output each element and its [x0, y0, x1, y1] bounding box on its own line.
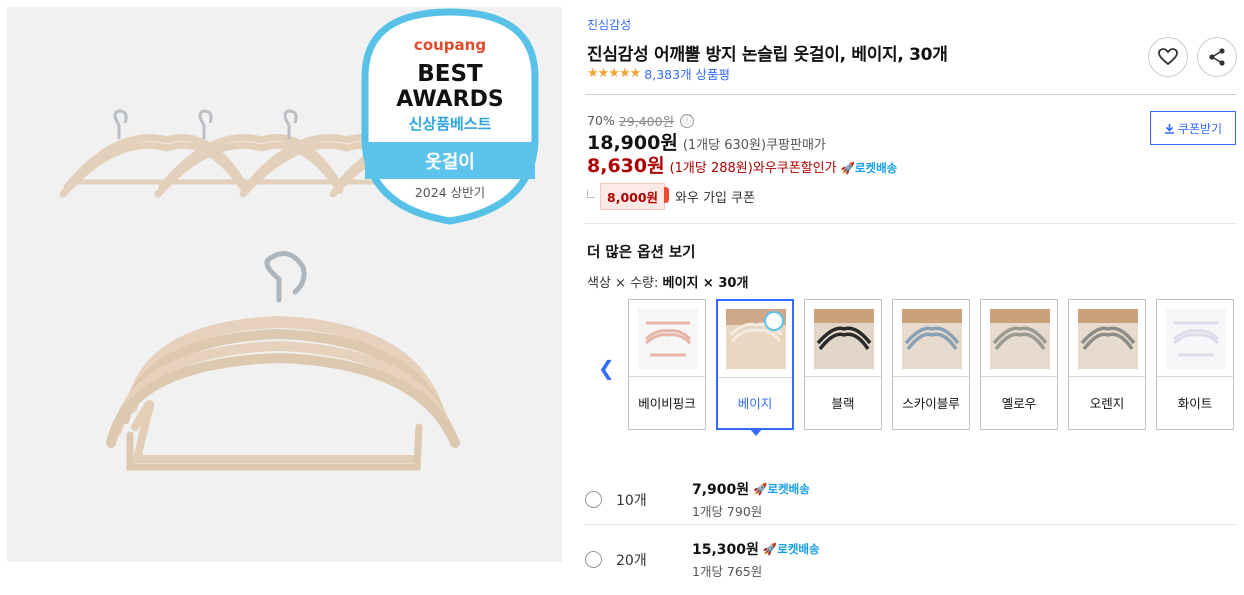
option-thumbnail — [814, 309, 874, 369]
coupon-amount-chip: 8,000원 — [600, 183, 670, 210]
selected-option-value: 베이지 × 30개 — [662, 276, 749, 291]
quantity-unit-price: 1개당 790원 — [692, 504, 763, 519]
wow-coupon-row: 8,000원 와우 가입 쿠폰 — [587, 183, 755, 210]
quantity-label: 20개 — [616, 553, 647, 569]
chevron-left-icon[interactable]: ❮ — [598, 356, 615, 380]
quantity-price-line: 7,900원 🚀로켓배송 — [692, 479, 810, 499]
coupon-button-label: 쿠폰받기 — [1177, 121, 1223, 136]
heart-icon — [1158, 48, 1178, 66]
quantity-row-divider — [585, 524, 1236, 525]
header-divider — [585, 94, 1236, 95]
rocket-label: 로켓배송 — [777, 542, 820, 556]
selected-option-pointer — [750, 429, 762, 436]
rocket-label: 로켓배송 — [854, 161, 898, 175]
options-divider — [585, 223, 1236, 224]
product-main-image[interactable]: coupang BEST AWARDS 신상품베스트 옷걸이 2024 상반기 — [7, 7, 562, 562]
quantity-unit-price: 1개당 765원 — [692, 564, 763, 579]
badge-line1: BEST — [417, 61, 483, 87]
hanger-illustration: coupang BEST AWARDS 신상품베스트 옷걸이 2024 상반기 — [59, 8, 539, 471]
share-icon — [1209, 48, 1225, 66]
badge-brand: coupang — [414, 36, 486, 54]
badge-ribbon: 옷걸이 — [425, 151, 475, 173]
tree-corner-icon — [587, 189, 595, 198]
option-thumbnail — [1078, 309, 1138, 369]
quantity-price-line: 15,300원 🚀로켓배송 — [692, 539, 820, 559]
color-option-black[interactable]: 블랙 — [804, 299, 882, 430]
info-icon[interactable]: ⓘ — [680, 113, 695, 128]
quantity-option-row[interactable]: 20개 15,300원 🚀로켓배송 1개당 765원 — [585, 535, 1236, 595]
discount-rate: 70% — [587, 113, 615, 128]
rating-summary[interactable]: ★★★★★ 8,383개 상품평 — [587, 64, 730, 83]
star-rating-icon: ★★★★★ — [587, 66, 641, 81]
option-label: 화이트 — [1177, 396, 1213, 411]
share-button[interactable] — [1197, 37, 1237, 77]
best-awards-badge: coupang BEST AWARDS 신상품베스트 옷걸이 2024 상반기 — [361, 8, 539, 225]
coupon-label: 와우 가입 쿠폰 — [675, 191, 756, 206]
color-option-babypink[interactable]: 베이비핑크 — [628, 299, 706, 430]
badge-line2: AWARDS — [396, 87, 503, 112]
color-option-white[interactable]: 화이트 — [1156, 299, 1234, 430]
wow-price: 8,630원 — [587, 155, 665, 177]
option-thumbnail — [1166, 309, 1226, 369]
wishlist-button[interactable] — [1148, 37, 1188, 77]
option-thumbnail — [990, 309, 1050, 369]
selected-option-prefix: 색상 × 수량: — [587, 276, 659, 291]
option-label: 베이지 — [737, 396, 773, 411]
option-label: 베이비핑크 — [638, 396, 696, 411]
option-label: 블랙 — [831, 396, 855, 411]
option-label: 스카이블루 — [902, 396, 960, 411]
wow-price-row: 8,630원 (1개당 288원) 와우쿠폰할인가 🚀로켓배송 — [587, 151, 897, 178]
option-thumbnail — [638, 309, 698, 369]
selected-option-summary: 색상 × 수량: 베이지 × 30개 — [587, 272, 748, 291]
quantity-price: 15,300원 — [692, 542, 759, 558]
product-detail-panel: 진심감성 진심감성 어깨뿔 방지 논슬립 옷걸이, 베이지, 30개 ★★★★★… — [585, 0, 1237, 579]
more-options-heading: 더 많은 옵션 보기 — [587, 245, 696, 261]
review-count-link[interactable]: 8,383개 상품평 — [644, 64, 730, 83]
quantity-label: 10개 — [616, 493, 647, 509]
brand-link[interactable]: 진심감성 — [587, 16, 631, 33]
option-label: 옐로우 — [1001, 396, 1037, 411]
coupon-download-button[interactable]: 쿠폰받기 — [1150, 111, 1236, 145]
badge-line3: 신상품베스트 — [409, 115, 492, 133]
color-option-skyblue[interactable]: 스카이블루 — [892, 299, 970, 430]
color-option-yellow[interactable]: 옐로우 — [980, 299, 1058, 430]
badge-period: 2024 상반기 — [415, 185, 485, 200]
rocket-delivery-badge: 🚀로켓배송 — [753, 482, 810, 496]
download-icon — [1164, 123, 1174, 134]
wow-unit-price: (1개당 288원) — [669, 161, 753, 176]
rocket-delivery-badge: 🚀로켓배송 — [840, 161, 898, 175]
large-hanger-stack — [106, 251, 460, 471]
option-thumbnail — [726, 309, 786, 369]
quantity-option-row[interactable]: 10개 7,900원 🚀로켓배송 1개당 790원 — [585, 475, 1236, 535]
rocket-delivery-badge: 🚀로켓배송 — [762, 542, 820, 556]
quantity-radio[interactable] — [585, 551, 602, 568]
color-option-orange[interactable]: 오렌지 — [1068, 299, 1146, 430]
rocket-label: 로켓배송 — [767, 482, 810, 496]
quantity-radio[interactable] — [585, 491, 602, 508]
quantity-price: 7,900원 — [692, 482, 750, 498]
option-thumbnail — [902, 309, 962, 369]
option-label: 오렌지 — [1089, 396, 1125, 411]
wow-price-label: 와우쿠폰할인가 — [752, 161, 837, 176]
color-option-beige[interactable]: 베이지 — [716, 299, 794, 430]
product-title: 진심감성 어깨뿔 방지 논슬립 옷걸이, 베이지, 30개 — [587, 45, 948, 65]
